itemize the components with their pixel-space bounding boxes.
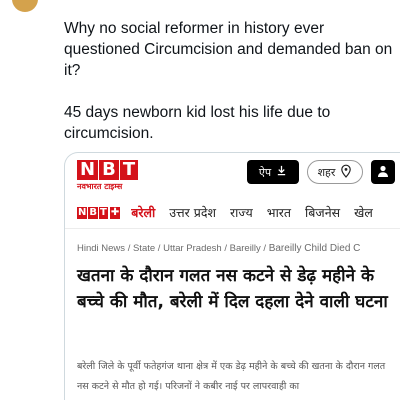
site-header: N B T नवभारत टाइम्स ऐप शहर bbox=[65, 153, 400, 197]
breadcrumb-item[interactable]: Hindi News bbox=[77, 243, 125, 254]
nav-logo-letter: B bbox=[88, 206, 98, 219]
breadcrumb-current: Bareilly Child Died C bbox=[268, 243, 361, 254]
tweet-text: Why no social reformer in history ever q… bbox=[64, 18, 394, 144]
logo-letters: N B T bbox=[77, 160, 151, 180]
nav-item-sports[interactable]: खेल bbox=[354, 204, 373, 221]
plus-icon: ✚ bbox=[109, 206, 121, 219]
tweet-paragraph: 45 days newborn kid lost his life due to… bbox=[64, 104, 331, 142]
avatar[interactable] bbox=[12, 0, 38, 12]
breadcrumb-item[interactable]: Bareilly bbox=[230, 243, 261, 254]
logo-letter: B bbox=[99, 160, 119, 180]
nbt-logo[interactable]: N B T नवभारत टाइम्स bbox=[77, 160, 151, 192]
nav-item-states[interactable]: राज्य bbox=[230, 204, 253, 221]
article-summary: बरेली जिले के पूर्वी फतेहगंज थाना क्षेत्… bbox=[77, 361, 386, 392]
nav-item-uttar-pradesh[interactable]: उत्तर प्रदेश bbox=[169, 204, 216, 221]
nav-home-logo[interactable]: N B T ✚ bbox=[77, 206, 121, 219]
nav-item-india[interactable]: भारत bbox=[267, 204, 291, 221]
breadcrumb: Hindi News / State / Uttar Pradesh / Bar… bbox=[77, 243, 360, 254]
nav-items: बरेली उत्तर प्रदेश राज्य भारत बिजनेस खेल bbox=[131, 204, 387, 221]
nav-item-bareilly[interactable]: बरेली bbox=[131, 204, 155, 221]
download-icon bbox=[276, 165, 287, 179]
app-button-label: ऐप bbox=[258, 165, 272, 179]
logo-subtitle: नवभारत टाइम्स bbox=[77, 182, 123, 191]
user-account-button[interactable] bbox=[371, 160, 395, 184]
city-select-button[interactable]: शहर bbox=[307, 160, 363, 184]
tweet-paragraph: Why no social reformer in history ever q… bbox=[64, 20, 393, 79]
logo-letter: T bbox=[119, 160, 139, 180]
breadcrumb-item[interactable]: State bbox=[133, 243, 155, 254]
user-icon bbox=[376, 163, 390, 182]
location-pin-icon bbox=[340, 164, 352, 181]
app-download-button[interactable]: ऐप bbox=[247, 160, 299, 184]
nav-item-business[interactable]: बिजनेस bbox=[305, 204, 340, 221]
logo-letter: N bbox=[77, 160, 99, 180]
article-headline: खतना के दौरान गलत नस कटने से डेढ़ महीने … bbox=[77, 266, 388, 312]
nav-logo-letter: N bbox=[77, 206, 88, 219]
article-screenshot-card[interactable]: N B T नवभारत टाइम्स ऐप शहर N B T ✚ बरेली… bbox=[64, 152, 400, 400]
city-button-label: शहर bbox=[317, 165, 336, 179]
breadcrumb-item[interactable]: Uttar Pradesh bbox=[163, 243, 222, 254]
category-nav: N B T ✚ बरेली उत्तर प्रदेश राज्य भारत बि… bbox=[65, 197, 400, 229]
nav-logo-letter: T bbox=[99, 206, 108, 219]
